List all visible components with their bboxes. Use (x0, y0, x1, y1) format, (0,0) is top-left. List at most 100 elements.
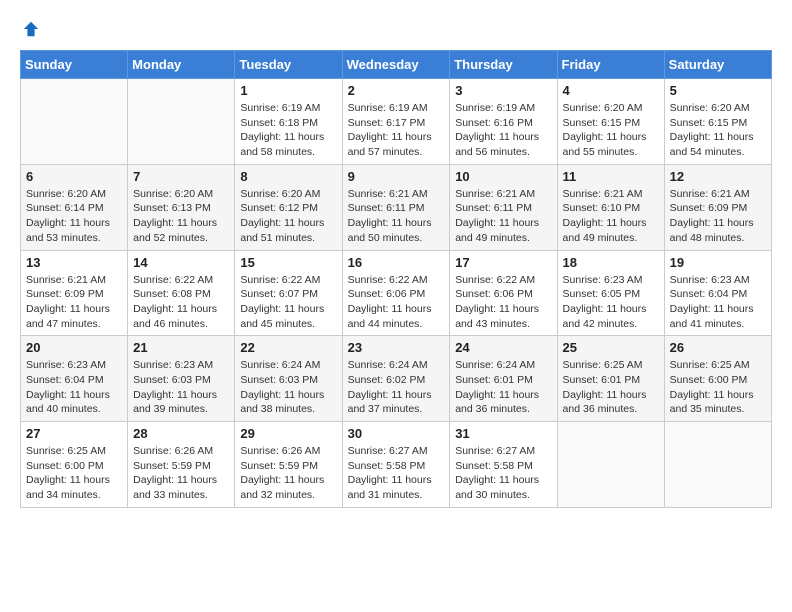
day-number: 6 (26, 169, 122, 184)
cell-info: Sunrise: 6:24 AM Sunset: 6:01 PM Dayligh… (455, 358, 551, 417)
cell-info: Sunrise: 6:26 AM Sunset: 5:59 PM Dayligh… (240, 444, 336, 503)
calendar-cell: 26 Sunrise: 6:25 AM Sunset: 6:00 PM Dayli… (664, 336, 771, 422)
calendar-cell: 16 Sunrise: 6:22 AM Sunset: 6:06 PM Dayli… (342, 250, 450, 336)
calendar-week-1: 6 Sunrise: 6:20 AM Sunset: 6:14 PM Daylig… (21, 164, 772, 250)
cell-info: Sunrise: 6:25 AM Sunset: 6:01 PM Dayligh… (563, 358, 659, 417)
day-number: 14 (133, 255, 229, 270)
day-number: 1 (240, 83, 336, 98)
calendar-cell: 19Sunrise: 6:23 AM Sunset: 6:04 PM Dayli… (664, 250, 771, 336)
cell-info: Sunrise: 6:26 AM Sunset: 5:59 PM Dayligh… (133, 444, 229, 503)
cell-info: Sunrise: 6:21 AM Sunset: 6:11 PM Dayligh… (348, 187, 445, 246)
day-number: 9 (348, 169, 445, 184)
calendar-cell: 23 Sunrise: 6:24 AM Sunset: 6:02 PM Dayli… (342, 336, 450, 422)
calendar-cell: 18 Sunrise: 6:23 AM Sunset: 6:05 PM Dayli… (557, 250, 664, 336)
calendar-cell: 30 Sunrise: 6:27 AM Sunset: 5:58 PM Dayli… (342, 422, 450, 508)
calendar-cell: 31 Sunrise: 6:27 AM Sunset: 5:58 PM Dayli… (450, 422, 557, 508)
cell-info: Sunrise: 6:21 AM Sunset: 6:09 PM Dayligh… (26, 273, 122, 332)
calendar-week-3: 20 Sunrise: 6:23 AM Sunset: 6:04 PM Dayli… (21, 336, 772, 422)
day-number: 30 (348, 426, 445, 441)
cell-info: Sunrise: 6:23 AM Sunset: 6:03 PM Dayligh… (133, 358, 229, 417)
day-number: 24 (455, 340, 551, 355)
calendar-cell: 7 Sunrise: 6:20 AM Sunset: 6:13 PM Daylig… (128, 164, 235, 250)
day-number: 8 (240, 169, 336, 184)
calendar-header: SundayMondayTuesdayWednesdayThursdayFrid… (21, 51, 772, 79)
cell-info: Sunrise: 6:20 AM Sunset: 6:13 PM Dayligh… (133, 187, 229, 246)
cell-info: Sunrise: 6:27 AM Sunset: 5:58 PM Dayligh… (348, 444, 445, 503)
calendar-cell: 5Sunrise: 6:20 AM Sunset: 6:15 PM Daylig… (664, 79, 771, 165)
day-number: 16 (348, 255, 445, 270)
day-number: 25 (563, 340, 659, 355)
cell-info: Sunrise: 6:22 AM Sunset: 6:06 PM Dayligh… (455, 273, 551, 332)
cell-info: Sunrise: 6:19 AM Sunset: 6:18 PM Dayligh… (240, 101, 336, 160)
day-number: 18 (563, 255, 659, 270)
cell-info: Sunrise: 6:25 AM Sunset: 6:00 PM Dayligh… (26, 444, 122, 503)
cell-info: Sunrise: 6:24 AM Sunset: 6:03 PM Dayligh… (240, 358, 336, 417)
day-header-wednesday: Wednesday (342, 51, 450, 79)
day-header-monday: Monday (128, 51, 235, 79)
day-number: 10 (455, 169, 551, 184)
day-header-tuesday: Tuesday (235, 51, 342, 79)
day-number: 23 (348, 340, 445, 355)
calendar-cell: 15 Sunrise: 6:22 AM Sunset: 6:07 PM Dayli… (235, 250, 342, 336)
calendar-cell (128, 79, 235, 165)
day-number: 29 (240, 426, 336, 441)
day-number: 31 (455, 426, 551, 441)
calendar-cell: 20 Sunrise: 6:23 AM Sunset: 6:04 PM Dayli… (21, 336, 128, 422)
cell-info: Sunrise: 6:23 AM Sunset: 6:04 PM Dayligh… (26, 358, 122, 417)
cell-info: Sunrise: 6:21 AM Sunset: 6:10 PM Dayligh… (563, 187, 659, 246)
cell-info: Sunrise: 6:27 AM Sunset: 5:58 PM Dayligh… (455, 444, 551, 503)
day-number: 13 (26, 255, 122, 270)
day-number: 4 (563, 83, 659, 98)
calendar-week-4: 27 Sunrise: 6:25 AM Sunset: 6:00 PM Dayli… (21, 422, 772, 508)
day-header-friday: Friday (557, 51, 664, 79)
cell-info: Sunrise: 6:22 AM Sunset: 6:08 PM Dayligh… (133, 273, 229, 332)
day-number: 26 (670, 340, 766, 355)
calendar-cell: 10Sunrise: 6:21 AM Sunset: 6:11 PM Dayli… (450, 164, 557, 250)
calendar-cell: 29 Sunrise: 6:26 AM Sunset: 5:59 PM Dayli… (235, 422, 342, 508)
cell-info: Sunrise: 6:24 AM Sunset: 6:02 PM Dayligh… (348, 358, 445, 417)
cell-info: Sunrise: 6:21 AM Sunset: 6:09 PM Dayligh… (670, 187, 766, 246)
calendar-cell: 4 Sunrise: 6:20 AM Sunset: 6:15 PM Daylig… (557, 79, 664, 165)
calendar-cell: 21 Sunrise: 6:23 AM Sunset: 6:03 PM Dayli… (128, 336, 235, 422)
calendar-cell: 24 Sunrise: 6:24 AM Sunset: 6:01 PM Dayli… (450, 336, 557, 422)
day-number: 5 (670, 83, 766, 98)
cell-info: Sunrise: 6:20 AM Sunset: 6:15 PM Dayligh… (563, 101, 659, 160)
day-number: 28 (133, 426, 229, 441)
day-header-thursday: Thursday (450, 51, 557, 79)
cell-info: Sunrise: 6:25 AM Sunset: 6:00 PM Dayligh… (670, 358, 766, 417)
calendar-cell: 25 Sunrise: 6:25 AM Sunset: 6:01 PM Dayli… (557, 336, 664, 422)
cell-info: Sunrise: 6:19 AM Sunset: 6:16 PM Dayligh… (455, 101, 551, 160)
day-number: 2 (348, 83, 445, 98)
day-number: 20 (26, 340, 122, 355)
day-number: 12 (670, 169, 766, 184)
day-number: 11 (563, 169, 659, 184)
cell-info: Sunrise: 6:20 AM Sunset: 6:12 PM Dayligh… (240, 187, 336, 246)
calendar-week-0: 1 Sunrise: 6:19 AM Sunset: 6:18 PM Daylig… (21, 79, 772, 165)
day-number: 15 (240, 255, 336, 270)
calendar-cell: 27 Sunrise: 6:25 AM Sunset: 6:00 PM Dayli… (21, 422, 128, 508)
cell-info: Sunrise: 6:22 AM Sunset: 6:07 PM Dayligh… (240, 273, 336, 332)
calendar-cell: 9 Sunrise: 6:21 AM Sunset: 6:11 PM Daylig… (342, 164, 450, 250)
calendar-week-2: 13 Sunrise: 6:21 AM Sunset: 6:09 PM Dayli… (21, 250, 772, 336)
cell-info: Sunrise: 6:22 AM Sunset: 6:06 PM Dayligh… (348, 273, 445, 332)
calendar-cell: 14 Sunrise: 6:22 AM Sunset: 6:08 PM Dayli… (128, 250, 235, 336)
cell-info: Sunrise: 6:19 AM Sunset: 6:17 PM Dayligh… (348, 101, 445, 160)
logo (20, 20, 40, 34)
day-number: 22 (240, 340, 336, 355)
day-number: 7 (133, 169, 229, 184)
day-number: 21 (133, 340, 229, 355)
calendar-cell (664, 422, 771, 508)
calendar-cell: 28 Sunrise: 6:26 AM Sunset: 5:59 PM Dayli… (128, 422, 235, 508)
day-number: 17 (455, 255, 551, 270)
calendar-cell: 11 Sunrise: 6:21 AM Sunset: 6:10 PM Dayli… (557, 164, 664, 250)
day-header-saturday: Saturday (664, 51, 771, 79)
day-number: 27 (26, 426, 122, 441)
cell-info: Sunrise: 6:23 AM Sunset: 6:04 PM Dayligh… (670, 273, 766, 332)
day-number: 3 (455, 83, 551, 98)
day-header-sunday: Sunday (21, 51, 128, 79)
calendar-cell: 2 Sunrise: 6:19 AM Sunset: 6:17 PM Daylig… (342, 79, 450, 165)
calendar-cell: 3 Sunrise: 6:19 AM Sunset: 6:16 PM Daylig… (450, 79, 557, 165)
cell-info: Sunrise: 6:23 AM Sunset: 6:05 PM Dayligh… (563, 273, 659, 332)
calendar-cell: 17 Sunrise: 6:22 AM Sunset: 6:06 PM Dayli… (450, 250, 557, 336)
cell-info: Sunrise: 6:20 AM Sunset: 6:14 PM Dayligh… (26, 187, 122, 246)
